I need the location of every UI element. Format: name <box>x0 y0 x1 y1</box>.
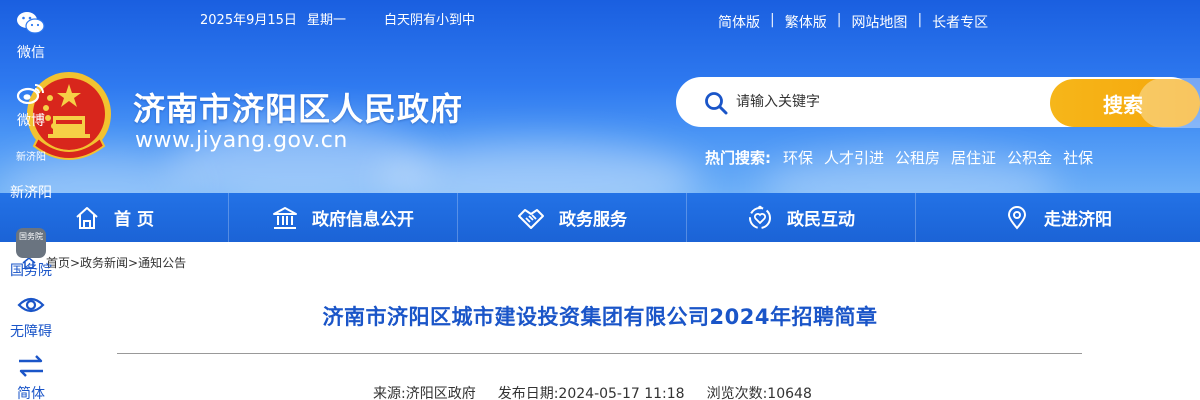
nav-item-gov-info[interactable]: 政府信息公开 <box>229 193 458 242</box>
article-title: 济南市济阳区城市建设投资集团有限公司2024年招聘简章 <box>322 305 878 329</box>
sidebar-background <box>1138 243 1200 400</box>
sidebar-item-state-council[interactable]: 国务院 国务院 <box>0 228 62 280</box>
link-sitemap[interactable]: 网站地图 <box>851 12 907 32</box>
weather-text: 白天阴有小到中 <box>384 13 476 28</box>
date-display: 2025年9月15日 星期一 <box>200 9 352 28</box>
state-council-icon: 国务院 <box>16 228 46 258</box>
article-views: 浏览次数:10648 <box>706 386 812 400</box>
breadcrumb-text[interactable]: 首页>政务新闻>通知公告 <box>46 254 186 271</box>
article-date: 发布日期:2024-05-17 11:18 <box>497 386 685 400</box>
sidebar-item-simplified[interactable]: 简体 <box>0 355 62 400</box>
hot-search: 热门搜索: 环保 人才引进 公租房 居住证 公积金 社保 <box>705 147 1104 168</box>
sidebar-label: 国务院 <box>10 263 52 279</box>
eye-icon <box>17 297 45 313</box>
article-source: 来源:济阳区政府 <box>373 386 476 400</box>
sidebar-item-accessibility[interactable]: 无障碍 <box>0 295 62 341</box>
nav-item-gov-service[interactable]: 政务服务 <box>458 193 687 242</box>
nav-label: 政务服务 <box>559 210 627 230</box>
nav-label: 政府信息公开 <box>312 210 414 230</box>
hot-keyword[interactable]: 环保 <box>783 147 813 168</box>
hot-keyword[interactable]: 社保 <box>1063 147 1093 168</box>
sidebar-label: 微博 <box>17 113 45 129</box>
location-icon <box>1007 205 1027 230</box>
hot-keyword[interactable]: 公积金 <box>1007 147 1052 168</box>
sidebar-label: 新济阳 <box>10 185 52 201</box>
hot-keyword[interactable]: 居住证 <box>951 147 996 168</box>
wechat-icon <box>17 12 45 34</box>
article-meta: 来源:济阳区政府 发布日期:2024-05-17 11:18 浏览次数:1064… <box>373 383 812 400</box>
hot-keyword[interactable]: 人才引进 <box>824 147 884 168</box>
divider <box>117 353 1082 354</box>
sidebar-item-wechat[interactable]: 微信 <box>0 10 62 62</box>
handshake-icon <box>518 208 544 229</box>
separator: | <box>770 12 775 28</box>
nav-item-about-jiyang[interactable]: 走进济阳 <box>916 193 1200 242</box>
swap-arrows-icon <box>19 355 43 377</box>
nav-label: 走进济阳 <box>1044 210 1112 230</box>
link-traditional[interactable]: 繁体版 <box>785 12 827 32</box>
home-icon <box>76 206 98 229</box>
nav-label: 政民互动 <box>787 210 855 230</box>
sidebar-item-xinjiyang[interactable]: 新济阳 新济阳 <box>0 148 62 202</box>
separator: | <box>836 12 842 28</box>
weibo-icon <box>16 84 44 105</box>
link-elderly[interactable]: 长者专区 <box>932 12 988 32</box>
sidebar-label: 无障碍 <box>10 324 52 340</box>
date-text: 2025年9月15日 <box>200 13 297 28</box>
site-url: www.jiyang.gov.cn <box>135 128 348 153</box>
main-nav: 首 页 政府信息公开 政务服务 政民互动 走进济阳 <box>0 193 1200 242</box>
hot-search-label: 热门搜索: <box>705 149 771 167</box>
nav-label: 首 页 <box>114 210 154 230</box>
sidebar-item-weibo[interactable]: 微博 <box>0 82 62 130</box>
search-icon <box>705 92 728 115</box>
nav-item-interaction[interactable]: 政民互动 <box>687 193 916 242</box>
xinjiyang-logo-icon: 新济阳 <box>16 152 46 163</box>
search-input[interactable] <box>736 89 1036 113</box>
building-icon <box>273 206 297 229</box>
sidebar-label: 微信 <box>17 45 45 61</box>
weekday-text: 星期一 <box>307 13 347 28</box>
people-heart-icon <box>749 205 771 229</box>
separator: | <box>917 12 923 28</box>
sidebar-label: 简体 <box>17 386 45 400</box>
hot-keyword[interactable]: 公租房 <box>895 147 940 168</box>
top-links: 简体版 | 繁体版 | 网站地图 | 长者专区 <box>718 12 988 32</box>
link-simplified[interactable]: 简体版 <box>718 12 760 32</box>
sidebar-highlight <box>1138 78 1200 128</box>
site-title: 济南市济阳区人民政府 <box>133 90 464 128</box>
